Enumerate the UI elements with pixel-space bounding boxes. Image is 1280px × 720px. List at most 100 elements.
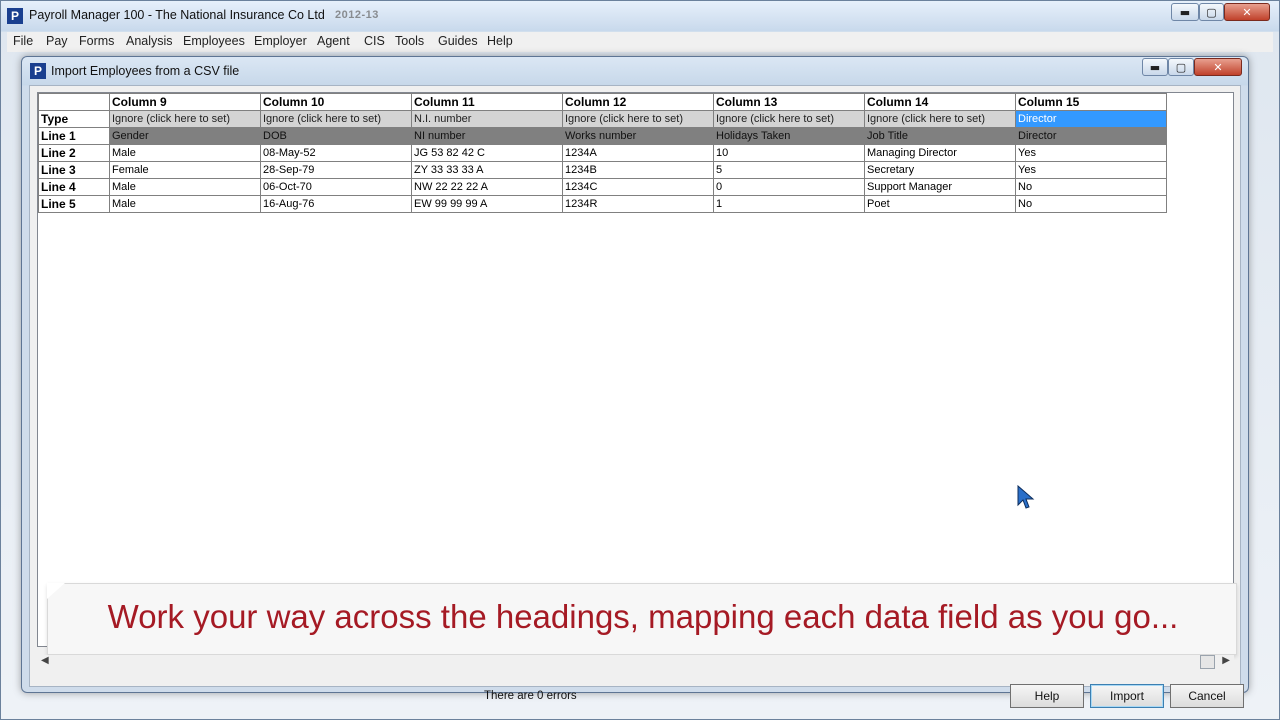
import-button[interactable]: Import	[1090, 684, 1164, 708]
grid-cell[interactable]: 28-Sep-79	[260, 161, 412, 179]
maximize-button[interactable]: ▢	[1199, 3, 1224, 21]
column-header[interactable]: Column 15	[1015, 93, 1167, 111]
menu-analysis[interactable]: Analysis	[126, 34, 173, 48]
type-cell[interactable]: Ignore (click here to set)	[260, 110, 412, 128]
csv-grid-area: Column 9 Column 10 Column 11 Column 12 C…	[37, 92, 1234, 647]
help-button[interactable]: Help	[1010, 684, 1084, 708]
grid-cell[interactable]: Poet	[864, 195, 1016, 213]
grid-cell[interactable]: DOB	[260, 127, 412, 145]
cancel-button[interactable]: Cancel	[1170, 684, 1244, 708]
grid-cell[interactable]: Director	[1015, 127, 1167, 145]
column-header[interactable]: Column 11	[411, 93, 563, 111]
data-row: Line 5 Male 16-Aug-76 EW 99 99 99 A 1234…	[38, 195, 1167, 213]
type-cell[interactable]: Ignore (click here to set)	[713, 110, 865, 128]
column-header[interactable]: Column 13	[713, 93, 865, 111]
caption-corner-fold	[47, 583, 65, 599]
grid-cell[interactable]: Yes	[1015, 161, 1167, 179]
column-header[interactable]: Column 12	[562, 93, 714, 111]
grid-cell[interactable]: ZY 33 33 33 A	[411, 161, 563, 179]
row-header: Line 1	[38, 127, 110, 145]
dialog-body: Column 9 Column 10 Column 11 Column 12 C…	[29, 85, 1244, 708]
column-header[interactable]: Column 10	[260, 93, 412, 111]
type-cell-selected[interactable]: Director	[1015, 110, 1167, 128]
grid-cell[interactable]: 0	[713, 178, 865, 196]
grid-cell[interactable]: 1234R	[562, 195, 714, 213]
import-csv-dialog: P Import Employees from a CSV file ▬ ▢ ✕…	[21, 56, 1249, 708]
close-button[interactable]: ✕	[1224, 3, 1270, 21]
payroll-manager-window: P Payroll Manager 100 - The National Ins…	[0, 0, 1280, 720]
scroll-right-icon[interactable]: ▶	[1222, 655, 1230, 666]
dialog-close-button[interactable]: ✕	[1194, 58, 1242, 76]
grid-cell[interactable]: 16-Aug-76	[260, 195, 412, 213]
type-cell[interactable]: Ignore (click here to set)	[109, 110, 261, 128]
type-cell[interactable]: Ignore (click here to set)	[864, 110, 1016, 128]
grid-cell[interactable]: 5	[713, 161, 865, 179]
grid-cell[interactable]: Male	[109, 144, 261, 162]
header-line-row: Line 1 Gender DOB NI number Works number…	[38, 127, 1167, 145]
menu-employer[interactable]: Employer	[254, 34, 307, 48]
grid-cell[interactable]: Support Manager	[864, 178, 1016, 196]
menu-bar: File Pay Forms Analysis Employees Employ…	[7, 32, 1273, 52]
minimize-button[interactable]: ▬	[1171, 3, 1199, 21]
type-row: Type Ignore (click here to set) Ignore (…	[38, 110, 1167, 128]
column-header[interactable]: Column 9	[109, 93, 261, 111]
scroll-left-icon[interactable]: ◀	[41, 655, 49, 666]
grid-cell[interactable]: 1234C	[562, 178, 714, 196]
tax-year-label: 2012-13	[335, 9, 379, 21]
horizontal-scrollbar[interactable]: ◀ ▶	[37, 655, 1234, 672]
dialog-minimize-button[interactable]: ▬	[1142, 58, 1168, 76]
menu-pay[interactable]: Pay	[46, 34, 68, 48]
menu-agent[interactable]: Agent	[317, 34, 350, 48]
grid-cell[interactable]: NI number	[411, 127, 563, 145]
grid-cell[interactable]: JG 53 82 42 C	[411, 144, 563, 162]
type-cell[interactable]: N.I. number	[411, 110, 563, 128]
column-header[interactable]: Column 14	[864, 93, 1016, 111]
menu-file[interactable]: File	[13, 34, 33, 48]
grid-cell[interactable]: 08-May-52	[260, 144, 412, 162]
grid-cell[interactable]: Works number	[562, 127, 714, 145]
menu-guides[interactable]: Guides	[438, 34, 478, 48]
grid-corner	[38, 93, 110, 111]
scrollbar-thumb[interactable]	[1200, 655, 1215, 669]
grid-cell[interactable]: Secretary	[864, 161, 1016, 179]
app-title-bar: P Payroll Manager 100 - The National Ins…	[1, 1, 1279, 31]
grid-cell[interactable]: NW 22 22 22 A	[411, 178, 563, 196]
grid-cell[interactable]: Male	[109, 178, 261, 196]
grid-cell[interactable]: 1234B	[562, 161, 714, 179]
grid-cell[interactable]: 10	[713, 144, 865, 162]
row-header: Line 2	[38, 144, 110, 162]
menu-employees[interactable]: Employees	[183, 34, 245, 48]
grid-cell[interactable]: No	[1015, 195, 1167, 213]
grid-cell[interactable]: No	[1015, 178, 1167, 196]
grid-cell[interactable]: 1	[713, 195, 865, 213]
dialog-title: Import Employees from a CSV file	[51, 64, 240, 78]
menu-cis[interactable]: CIS	[364, 34, 385, 48]
grid-cell[interactable]: Holidays Taken	[713, 127, 865, 145]
menu-help[interactable]: Help	[487, 34, 513, 48]
error-count-text: There are 0 errors	[484, 690, 577, 702]
tutorial-caption: Work your way across the headings, mappi…	[107, 598, 1179, 635]
app-logo-icon: P	[7, 8, 23, 24]
grid-cell[interactable]: 1234A	[562, 144, 714, 162]
dialog-maximize-button[interactable]: ▢	[1168, 58, 1194, 76]
grid-cell[interactable]: Male	[109, 195, 261, 213]
row-header: Line 4	[38, 178, 110, 196]
dialog-logo-icon: P	[30, 63, 46, 79]
menu-forms[interactable]: Forms	[79, 34, 114, 48]
grid-cell[interactable]: EW 99 99 99 A	[411, 195, 563, 213]
type-cell[interactable]: Ignore (click here to set)	[562, 110, 714, 128]
grid-cell[interactable]: Gender	[109, 127, 261, 145]
grid-cell[interactable]: Yes	[1015, 144, 1167, 162]
data-row: Line 3 Female 28-Sep-79 ZY 33 33 33 A 12…	[38, 161, 1167, 179]
grid-cell[interactable]: 06-Oct-70	[260, 178, 412, 196]
tutorial-caption-panel: Work your way across the headings, mappi…	[47, 583, 1237, 655]
mouse-cursor-icon	[1017, 485, 1035, 509]
row-header: Line 5	[38, 195, 110, 213]
menu-tools[interactable]: Tools	[395, 34, 424, 48]
grid-cell[interactable]: Managing Director	[864, 144, 1016, 162]
csv-mapping-grid: Column 9 Column 10 Column 11 Column 12 C…	[38, 93, 1167, 213]
grid-cell[interactable]: Female	[109, 161, 261, 179]
grid-cell[interactable]: Job Title	[864, 127, 1016, 145]
row-header: Type	[38, 110, 110, 128]
app-title: Payroll Manager 100 - The National Insur…	[29, 8, 325, 22]
